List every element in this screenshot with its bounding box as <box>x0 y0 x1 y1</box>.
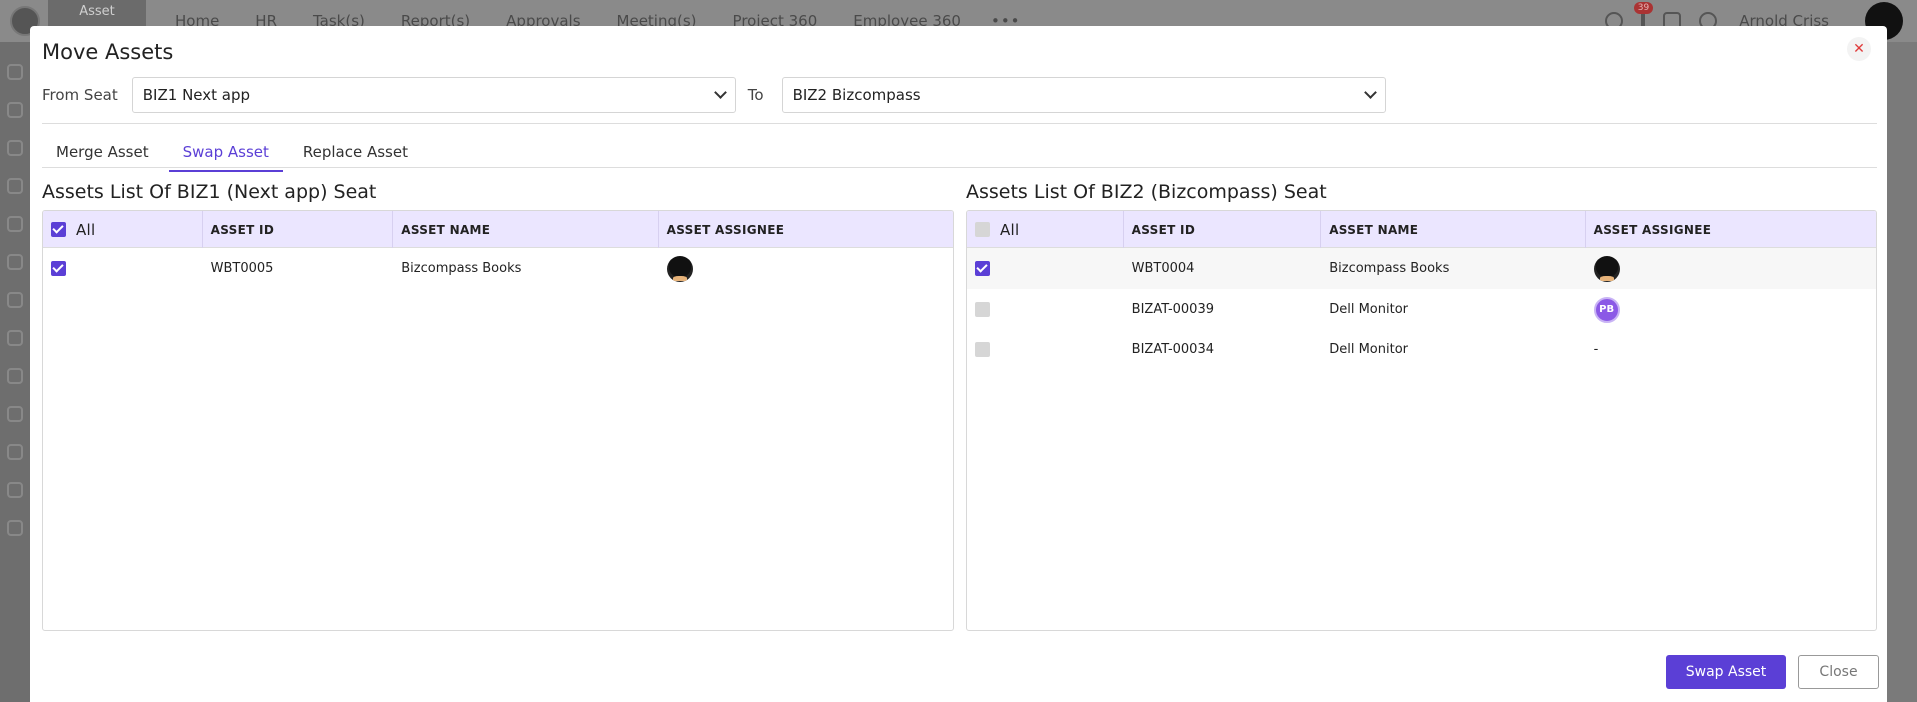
right-list-title: Assets List Of BIZ2 (Bizcompass) Seat <box>966 181 1327 203</box>
sidebar-icon <box>7 444 23 460</box>
divider <box>42 123 1877 124</box>
sidebar-icon <box>7 368 23 384</box>
row-select-cell <box>967 330 1124 368</box>
column-asset-id: ASSET ID <box>203 211 394 248</box>
move-assets-modal: Move Assets ✕ From Seat BIZ1 Next app To… <box>30 26 1887 702</box>
asset-name-cell: Bizcompass Books <box>1329 261 1450 276</box>
modal-title: Move Assets <box>42 40 174 64</box>
close-icon[interactable]: ✕ <box>1847 37 1871 61</box>
assignee-avatar <box>1593 255 1620 282</box>
select-all-checkbox[interactable] <box>51 222 66 237</box>
sidebar-icon <box>7 102 23 118</box>
asset-id-cell: WBT0005 <box>210 261 274 276</box>
sidebar-icon <box>7 520 23 536</box>
sidebar-icon <box>7 178 23 194</box>
left-list-title: Assets List Of BIZ1 (Next app) Seat <box>42 181 377 203</box>
from-seat-value: BIZ1 Next app <box>142 86 251 104</box>
tab-swap-asset[interactable]: Swap Asset <box>168 132 283 172</box>
assignee-cell: PB <box>1586 289 1876 330</box>
from-seat-label: From Seat <box>42 86 118 104</box>
notification-badge: 39 <box>1633 1 1654 14</box>
row-checkbox[interactable] <box>51 261 66 276</box>
column-asset-id: ASSET ID <box>1124 211 1322 248</box>
select-all-header: All <box>43 211 203 248</box>
sidebar-icon <box>7 330 23 346</box>
row-select-cell <box>967 289 1124 330</box>
column-asset-assignee: ASSET ASSIGNEE <box>666 222 785 237</box>
chevron-down-icon <box>713 86 727 99</box>
from-seat-select[interactable]: BIZ1 Next app <box>131 77 736 113</box>
table-row[interactable]: WBT0004 Bizcompass Books <box>967 248 1876 289</box>
row-select-cell <box>43 248 203 289</box>
table-header: All ASSET ID ASSET NAME ASSET ASSIGNEE <box>967 211 1876 248</box>
column-asset-name: ASSET NAME <box>1321 211 1586 248</box>
column-asset-assignee: ASSET ASSIGNEE <box>1593 222 1712 237</box>
asset-name-cell: Bizcompass Books <box>401 261 522 276</box>
tab-merge-asset[interactable]: Merge Asset <box>42 132 163 172</box>
column-asset-name: ASSET NAME <box>393 211 659 248</box>
asset-id-cell: BIZAT-00039 <box>1131 302 1214 317</box>
close-button[interactable]: Close <box>1798 655 1879 689</box>
sidebar-icon <box>7 482 23 498</box>
select-all-label: All <box>1000 220 1020 239</box>
assignee-cell <box>1586 248 1876 289</box>
table-row[interactable]: WBT0005 Bizcompass Books <box>43 248 953 289</box>
sidebar-icon <box>7 64 23 80</box>
left-asset-table: All ASSET ID ASSET NAME ASSET ASSIGNEE W… <box>42 210 954 631</box>
sidebar-icon <box>7 216 23 232</box>
app-sidebar <box>0 42 30 702</box>
table-header: All ASSET ID ASSET NAME ASSET ASSIGNEE <box>43 211 953 248</box>
sidebar-icon <box>7 292 23 308</box>
table-row[interactable]: BIZAT-00034 Dell Monitor - <box>967 330 1876 368</box>
select-all-header: All <box>967 211 1124 248</box>
row-checkbox[interactable] <box>975 341 990 357</box>
asset-id-cell: BIZAT-00034 <box>1131 341 1214 357</box>
right-asset-table: All ASSET ID ASSET NAME ASSET ASSIGNEE W… <box>966 210 1877 631</box>
assignee-cell: - <box>1593 341 1599 357</box>
table-row[interactable]: BIZAT-00039 Dell Monitor PB <box>967 289 1876 330</box>
sidebar-icon <box>7 140 23 156</box>
chevron-down-icon <box>1363 86 1377 99</box>
assignee-initials-avatar: PB <box>1593 296 1620 323</box>
select-all-checkbox[interactable] <box>975 222 990 237</box>
asset-id-cell: WBT0004 <box>1131 261 1195 276</box>
row-checkbox[interactable] <box>975 261 990 276</box>
assignee-avatar <box>666 255 693 282</box>
sidebar-icon <box>7 406 23 422</box>
seat-selector-row: From Seat BIZ1 Next app To BIZ2 Bizcompa… <box>42 77 1386 113</box>
to-seat-label: To <box>747 86 764 104</box>
select-all-label: All <box>76 220 96 239</box>
divider <box>42 167 1877 168</box>
asset-name-cell: Dell Monitor <box>1329 302 1408 317</box>
swap-asset-button[interactable]: Swap Asset <box>1666 655 1786 689</box>
asset-name-cell: Dell Monitor <box>1329 341 1408 357</box>
to-seat-value: BIZ2 Bizcompass <box>792 86 921 104</box>
tab-bar: Merge Asset Swap Asset Replace Asset <box>42 132 428 172</box>
row-checkbox[interactable] <box>975 302 990 317</box>
to-seat-select[interactable]: BIZ2 Bizcompass <box>781 77 1386 113</box>
sidebar-icon <box>7 254 23 270</box>
row-select-cell <box>967 248 1124 289</box>
tab-replace-asset[interactable]: Replace Asset <box>289 132 422 172</box>
assignee-cell <box>659 248 953 289</box>
